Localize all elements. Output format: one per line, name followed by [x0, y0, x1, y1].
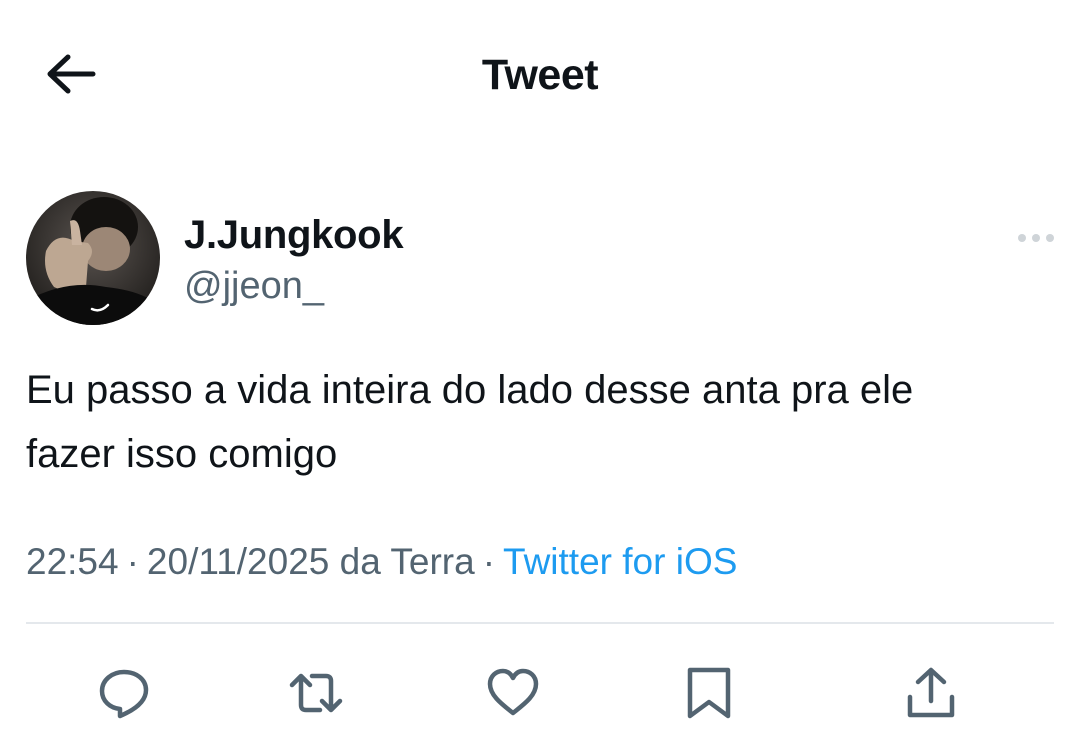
- retweet-button[interactable]: [287, 664, 345, 722]
- tweet-text-line: fazer isso comigo: [26, 432, 338, 476]
- retweet-icon: [289, 673, 343, 713]
- reply-button[interactable]: [95, 664, 153, 722]
- author-handle[interactable]: @jjeon_: [184, 264, 324, 308]
- meta-separator: ·: [482, 541, 496, 582]
- share-icon: [907, 667, 955, 718]
- author-display-name[interactable]: J.Jungkook: [184, 212, 404, 258]
- heart-icon: [487, 668, 539, 716]
- tweet-date-location: 20/11/2025 da Terra: [146, 541, 475, 582]
- comment-icon: [99, 669, 149, 719]
- share-button[interactable]: [902, 664, 960, 722]
- bookmark-button[interactable]: [680, 664, 738, 722]
- more-options-button[interactable]: [1012, 226, 1060, 250]
- avatar[interactable]: [26, 191, 160, 325]
- meta-separator: ·: [126, 541, 139, 582]
- tweet-detail-screen: Tweet J.Jungkook @jjeon_ Eu passo a vida…: [0, 0, 1080, 755]
- bookmark-icon: [687, 667, 731, 719]
- avatar-photo: [26, 191, 160, 325]
- divider: [26, 622, 1054, 624]
- tweet-source-link[interactable]: Twitter for iOS: [503, 541, 737, 582]
- tweet-time: 22:54: [26, 541, 119, 582]
- like-button[interactable]: [484, 664, 542, 722]
- tweet-text-line: Eu passo a vida inteira do lado desse an…: [26, 368, 914, 412]
- tweet-text: Eu passo a vida inteira do lado desse an…: [26, 358, 1036, 486]
- page-title: Tweet: [481, 51, 599, 99]
- tweet-meta: 22:54 · 20/11/2025 da Terra · Twitter for iO…: [26, 537, 737, 587]
- more-dots-icon: [1018, 234, 1054, 242]
